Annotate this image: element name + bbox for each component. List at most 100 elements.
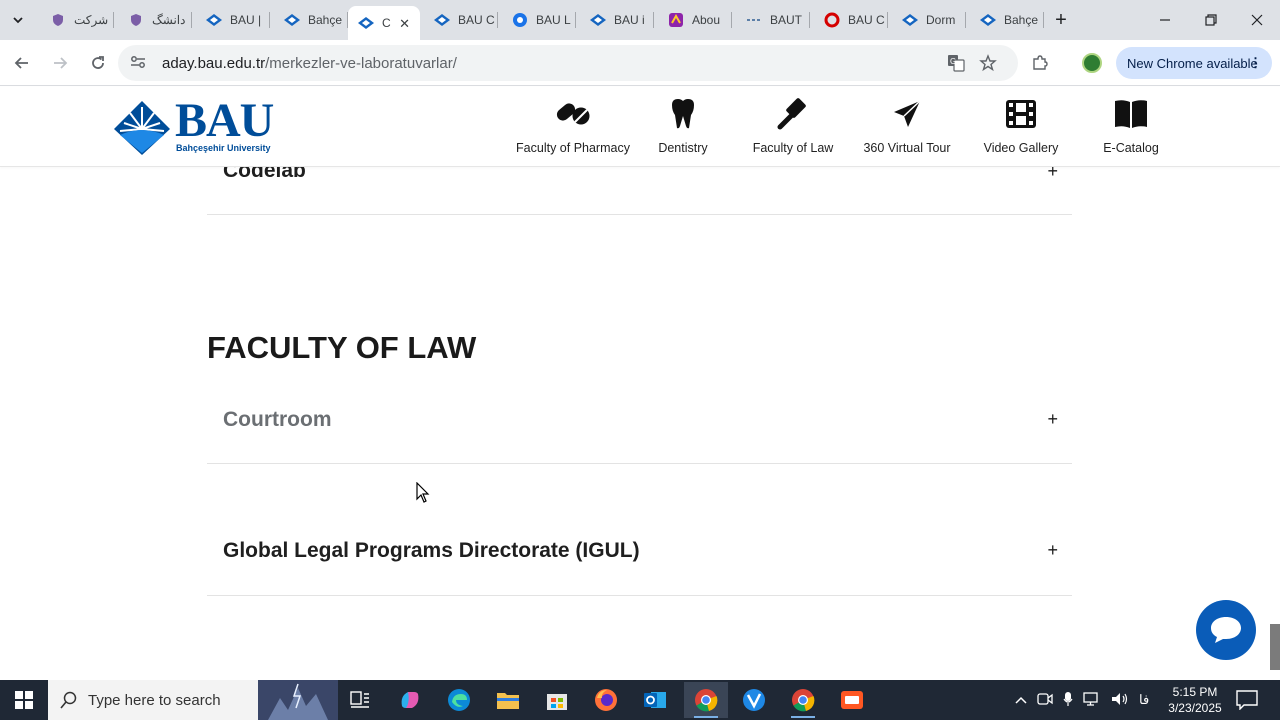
tab-title: BAU i bbox=[614, 13, 645, 27]
taskbar-vpn[interactable] bbox=[732, 682, 776, 718]
tooth-icon bbox=[670, 95, 696, 133]
notification-center-button[interactable] bbox=[1236, 690, 1258, 711]
close-window-button[interactable] bbox=[1234, 0, 1280, 40]
accordion-item-codelab[interactable]: Codelab + bbox=[207, 167, 1072, 215]
taskbar-recorder[interactable] bbox=[830, 682, 874, 718]
browser-tab[interactable]: Bahçe bbox=[270, 0, 348, 40]
bau-logo-icon bbox=[358, 15, 374, 31]
red-ring-icon bbox=[824, 12, 840, 28]
taskbar-chrome-profile[interactable] bbox=[781, 682, 825, 718]
scrollbar-thumb[interactable] bbox=[1270, 624, 1280, 670]
browser-tab[interactable]: Abou bbox=[654, 0, 732, 40]
browser-tab[interactable]: شرکت bbox=[36, 0, 114, 40]
browser-tab[interactable]: Bahçe bbox=[966, 0, 1044, 40]
nav-e-catalog[interactable]: E-Catalog bbox=[1071, 95, 1191, 159]
tab-title: BAUT bbox=[770, 13, 803, 27]
new-tab-button[interactable]: + bbox=[1044, 0, 1078, 40]
search-highlight-image bbox=[258, 680, 338, 720]
windows-taskbar: Type here to search فا 5:15 PM 3/23/2025 bbox=[0, 680, 1280, 720]
minimize-button[interactable] bbox=[1142, 0, 1188, 40]
bookmark-star-icon[interactable] bbox=[976, 51, 1000, 75]
bau-logo-icon bbox=[284, 12, 300, 28]
profile-avatar[interactable] bbox=[1082, 53, 1102, 73]
search-placeholder: Type here to search bbox=[88, 691, 221, 709]
task-view-button[interactable] bbox=[338, 682, 382, 718]
bau-logo[interactable]: BAU Bahçeşehir University bbox=[112, 97, 282, 159]
search-icon bbox=[60, 691, 77, 709]
meet-now-icon[interactable] bbox=[1037, 692, 1053, 709]
site-info-icon[interactable] bbox=[130, 55, 150, 72]
url-host: aday.bau.edu.tr bbox=[162, 54, 266, 72]
restore-button[interactable] bbox=[1188, 0, 1234, 40]
browser-tab-active[interactable]: C ✕ bbox=[348, 6, 420, 40]
taskbar-firefox[interactable] bbox=[584, 682, 628, 718]
tab-title: BAU | bbox=[230, 13, 262, 27]
browser-tab[interactable]: BAU i bbox=[576, 0, 654, 40]
bau-logo-icon bbox=[206, 12, 222, 28]
accordion-title: Codelab bbox=[223, 167, 306, 182]
accordion-item-courtroom[interactable]: Courtroom + bbox=[207, 385, 1072, 464]
new-chrome-available-button[interactable]: New Chrome available ⋮ bbox=[1116, 47, 1272, 79]
nav-label: E-Catalog bbox=[1103, 141, 1159, 155]
nav-label: Dentistry bbox=[658, 141, 708, 155]
expand-plus-icon[interactable]: + bbox=[1047, 540, 1058, 561]
tab-title: دانشگ bbox=[152, 13, 186, 27]
tab-title: Bahçe bbox=[308, 13, 343, 27]
close-tab-icon[interactable]: ✕ bbox=[399, 16, 410, 32]
nav-faculty-of-law[interactable]: Faculty of Law bbox=[733, 95, 853, 159]
microphone-icon[interactable] bbox=[1063, 691, 1073, 710]
tab-title: Bahçe bbox=[1004, 13, 1039, 27]
logo-subtext: Bahçeşehir University bbox=[176, 143, 271, 153]
chevron-up-icon[interactable] bbox=[1015, 693, 1027, 708]
nav-label: Video Gallery bbox=[983, 141, 1059, 155]
taskbar-clock[interactable]: 5:15 PM 3/23/2025 bbox=[1160, 684, 1230, 716]
nav-faculty-of-pharmacy[interactable]: Faculty of Pharmacy bbox=[513, 95, 633, 159]
volume-icon[interactable] bbox=[1111, 692, 1129, 709]
tab-title: BAU L bbox=[536, 13, 571, 27]
more-menu-icon[interactable]: ⋮ bbox=[1249, 55, 1262, 71]
nav-360-virtual-tour[interactable]: 360 Virtual Tour bbox=[847, 95, 967, 159]
forward-button[interactable] bbox=[42, 45, 78, 81]
store-icon bbox=[547, 694, 567, 710]
clock-time: 5:15 PM bbox=[1172, 685, 1218, 699]
browser-tab[interactable]: BAU C bbox=[420, 0, 498, 40]
bau-logo-icon bbox=[590, 12, 606, 28]
nav-video-gallery[interactable]: Video Gallery bbox=[961, 95, 1081, 159]
address-bar[interactable]: aday.bau.edu.tr/merkezler-ve-laboratuvar… bbox=[118, 45, 1018, 81]
dash-logo-icon bbox=[746, 12, 762, 28]
start-button[interactable] bbox=[0, 680, 48, 720]
browser-tab[interactable]: BAUT bbox=[732, 0, 810, 40]
live-chat-button[interactable] bbox=[1196, 600, 1256, 660]
system-tray: فا bbox=[1010, 680, 1154, 720]
taskbar-chrome-active[interactable] bbox=[684, 682, 728, 718]
browser-tab[interactable]: BAU | bbox=[192, 0, 270, 40]
network-icon[interactable] bbox=[1083, 691, 1101, 709]
taskbar-search[interactable]: Type here to search bbox=[48, 680, 338, 720]
puzzle-icon bbox=[1033, 55, 1048, 70]
nav-dentistry[interactable]: Dentistry bbox=[623, 95, 743, 159]
browser-tab[interactable]: دانشگ bbox=[114, 0, 192, 40]
taskbar-edge[interactable] bbox=[437, 682, 481, 718]
browser-tab[interactable]: Dorm bbox=[888, 0, 966, 40]
taskbar-outlook[interactable] bbox=[633, 682, 677, 718]
taskbar-file-explorer[interactable] bbox=[486, 682, 530, 718]
expand-plus-icon[interactable]: + bbox=[1047, 409, 1058, 430]
back-button[interactable] bbox=[4, 45, 40, 81]
windows-logo-icon bbox=[15, 691, 33, 709]
expand-plus-icon[interactable]: + bbox=[1047, 167, 1058, 182]
accordion-item-igul[interactable]: Global Legal Programs Directorate (IGUL)… bbox=[207, 516, 1072, 596]
taskbar-copilot[interactable] bbox=[388, 682, 432, 718]
translate-icon[interactable]: G bbox=[944, 51, 968, 75]
tab-search-button[interactable] bbox=[0, 0, 36, 40]
copilot-icon bbox=[401, 692, 419, 708]
language-indicator[interactable]: فا bbox=[1139, 692, 1149, 708]
update-label: New Chrome available bbox=[1127, 55, 1258, 71]
arrow-right-icon bbox=[54, 56, 68, 69]
window-controls bbox=[1142, 0, 1280, 40]
taskbar-store[interactable] bbox=[535, 682, 579, 718]
browser-toolbar: aday.bau.edu.tr/merkezler-ve-laboratuvar… bbox=[0, 40, 1280, 86]
extensions-button[interactable] bbox=[1027, 50, 1053, 76]
reload-button[interactable] bbox=[80, 45, 116, 81]
browser-tab[interactable]: BAU L bbox=[498, 0, 576, 40]
browser-tab[interactable]: BAU C bbox=[810, 0, 888, 40]
